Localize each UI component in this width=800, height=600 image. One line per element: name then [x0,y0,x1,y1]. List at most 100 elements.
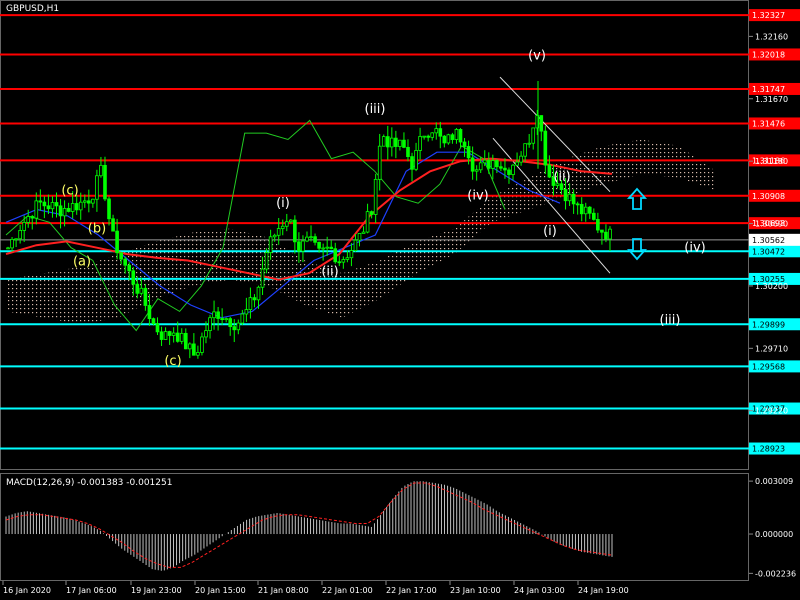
wave-label: (iv) [684,241,705,256]
candle-body [264,252,269,270]
candle-body [248,297,253,310]
candle-body [381,136,386,147]
candle-body [519,155,523,163]
candle-body [26,216,31,223]
candle-body [523,143,527,157]
time-tick-label: 20 Jan 15:00 [195,586,246,595]
candle-body [410,156,414,170]
current-price-label: 1.30562 [752,236,785,245]
candle-body [398,139,402,147]
resistance-level-label: 1.32327 [752,11,785,20]
candle-body [321,247,325,250]
price-chart[interactable]: 1.323271.320181.317471.314761.311861.309… [0,0,800,600]
candle-body [252,297,257,301]
candle-body [200,336,204,353]
resistance-level-label: 1.31476 [752,119,785,128]
candle-body [216,311,220,319]
candle-body [543,130,548,166]
candle-body [155,323,160,333]
candle-body [284,221,289,227]
candle-body [337,261,342,264]
candle-body [426,135,430,138]
candle-body [10,238,14,249]
candle-body [62,208,67,217]
candle-body [188,343,192,350]
candle-body [54,202,59,207]
candle-body [280,225,285,229]
wave-label: (i) [543,224,557,239]
candle-body [390,137,394,148]
candle-body [167,331,172,336]
support-level-label: 1.30472 [752,247,785,256]
candle-body [365,211,370,233]
candle-body [353,239,358,251]
time-tick-label: 22 Jan 17:00 [386,586,437,595]
price-tick-label: 1.31180 [755,157,788,166]
candle-body [143,287,148,306]
candle-body [123,258,127,266]
candle-body [474,169,479,172]
candle-body [50,202,55,210]
price-tick-label: 1.30690 [755,220,788,229]
candle-body [357,233,362,241]
candle-body [179,332,184,342]
candle-body [260,268,265,288]
macd-label: MACD(12,26,9) -0.001383 -0.001251 [6,478,172,488]
macd-tick-label: -0.002236 [755,569,796,578]
wave-label: (b) [88,221,106,236]
candle-body [99,164,103,177]
time-tick-label: 17 Jan 06:00 [66,586,117,595]
candle-body [196,352,200,356]
candle-body [329,246,334,250]
candle-body [406,146,410,158]
candle-body [272,234,277,238]
resistance-level-label: 1.30908 [752,192,785,201]
candle-body [159,331,164,340]
candle-body [373,178,378,215]
candle-body [446,134,451,144]
candle-body [507,169,511,175]
candle-body [171,332,176,336]
candle-body [256,286,261,301]
candle-body [575,203,580,206]
candle-body [293,219,297,243]
candle-body [30,216,35,219]
candle-body [147,305,152,320]
candle-body [103,164,107,200]
candle-body [547,164,552,178]
support-level-label: 1.28923 [752,445,785,454]
candle-body [212,311,216,319]
candle-body [78,201,83,211]
price-tick-label: 1.30200 [755,282,788,291]
candle-body [608,228,612,240]
candle-body [369,211,374,215]
price-tick-label: 1.29710 [755,344,788,353]
candle-body [531,127,536,144]
candle-body [325,246,329,249]
candle-body [466,146,471,159]
candle-body [377,145,382,180]
wave-label: (ii) [321,265,338,280]
wave-label: (c) [61,183,78,198]
candle-body [482,159,487,164]
candle-body [604,231,608,240]
candle-body [22,222,26,231]
candle-body [18,230,22,240]
candle-body [567,193,572,202]
candle-body [438,128,443,137]
wave-label: (iii) [365,102,386,117]
candle-body [240,313,245,324]
candle-body [297,241,301,252]
candle-body [345,257,350,260]
support-level-label: 1.29568 [752,362,785,371]
candle-body [418,136,422,151]
candle-body [107,198,111,220]
wave-label: (a) [73,255,91,270]
macd-tick-label: 0.000000 [755,530,793,539]
candle-body [515,161,519,166]
price-tick-label: 1.32160 [755,32,788,41]
time-tick-label: 24 Jan 03:00 [514,586,565,595]
time-tick-label: 24 Jan 19:00 [578,586,629,595]
candle-body [341,259,346,263]
time-tick-label: 22 Jan 01:00 [322,586,373,595]
